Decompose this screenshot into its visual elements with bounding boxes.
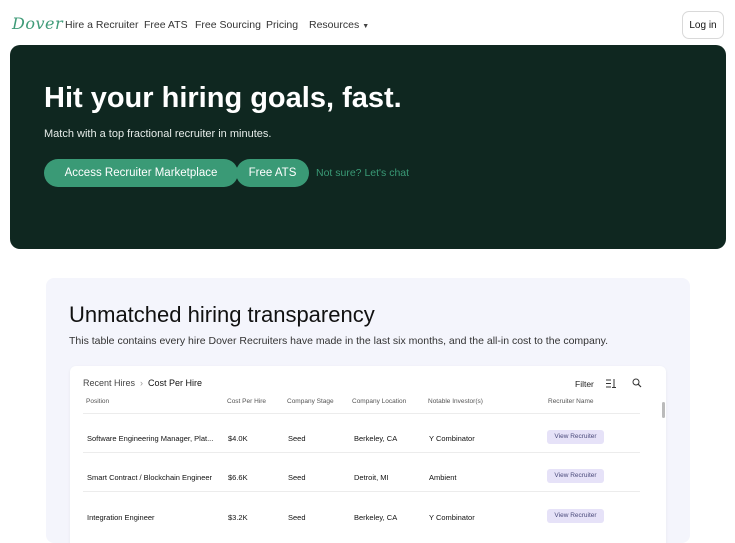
breadcrumb: Recent Hires › Cost Per Hire <box>83 378 202 388</box>
cell-stage: Seed <box>288 513 306 522</box>
table-scrollbar[interactable] <box>662 402 665 418</box>
dover-logo[interactable]: Dover <box>12 14 63 33</box>
cell-location: Berkeley, CA <box>354 513 398 522</box>
column-header-cost[interactable]: Cost Per Hire <box>227 398 266 405</box>
row-divider <box>83 491 640 492</box>
hero-title: Hit your hiring goals, fast. <box>44 82 402 114</box>
cell-investor: Y Combinator <box>429 434 475 443</box>
column-header-investors[interactable]: Notable Investor(s) <box>428 398 483 405</box>
free-ats-button[interactable]: Free ATS <box>236 159 309 187</box>
view-recruiter-button[interactable]: View Recruiter <box>547 469 604 483</box>
cell-investor: Ambient <box>429 473 457 482</box>
breadcrumb-cost-per-hire: Cost Per Hire <box>148 378 203 388</box>
nav-link-resources-label: Resources <box>309 19 360 31</box>
cell-position: Integration Engineer <box>87 513 155 522</box>
top-nav: Dover Hire a Recruiter Free ATS Free Sou… <box>0 0 735 50</box>
column-header-location[interactable]: Company Location <box>352 398 406 405</box>
cell-cost: $3.2K <box>228 513 248 522</box>
columns-icon[interactable] <box>606 379 616 388</box>
access-marketplace-button[interactable]: Access Recruiter Marketplace <box>44 159 238 187</box>
column-header-stage[interactable]: Company Stage <box>287 398 334 405</box>
hero-banner: Hit your hiring goals, fast. Match with … <box>10 45 726 249</box>
section-subtitle: This table contains every hire Dover Rec… <box>69 335 609 347</box>
view-recruiter-button[interactable]: View Recruiter <box>547 509 604 523</box>
hero-subtitle: Match with a top fractional recruiter in… <box>44 128 272 140</box>
cell-investor: Y Combinator <box>429 513 475 522</box>
filter-button[interactable]: Filter <box>575 379 594 389</box>
column-header-recruiter[interactable]: Recruiter Name <box>548 398 594 405</box>
hires-table: Recent Hires › Cost Per Hire Filter Positi… <box>70 366 666 543</box>
view-recruiter-button[interactable]: View Recruiter <box>547 430 604 444</box>
cell-cost: $6.6K <box>228 473 248 482</box>
nav-link-hire-recruiter[interactable]: Hire a Recruiter <box>65 19 139 31</box>
caret-down-icon: ▼ <box>362 23 370 30</box>
breadcrumb-recent-hires[interactable]: Recent Hires <box>83 378 135 388</box>
cell-position: Software Engineering Manager, Plat... <box>87 434 214 443</box>
cell-stage: Seed <box>288 473 306 482</box>
header-divider <box>83 413 640 414</box>
search-icon[interactable] <box>632 378 642 388</box>
lets-chat-link[interactable]: Not sure? Let's chat <box>316 167 409 179</box>
breadcrumb-chevron-icon: › <box>140 378 144 388</box>
cell-position: Smart Contract / Blockchain Engineer <box>87 473 213 482</box>
cell-location: Detroit, MI <box>354 473 389 482</box>
nav-link-free-ats[interactable]: Free ATS <box>144 19 188 31</box>
section-title: Unmatched hiring transparency <box>69 302 375 327</box>
login-button[interactable]: Log in <box>682 11 724 39</box>
row-divider <box>83 452 640 453</box>
nav-link-free-sourcing[interactable]: Free Sourcing <box>195 19 261 31</box>
nav-link-pricing[interactable]: Pricing <box>266 19 298 31</box>
nav-link-resources[interactable]: Resources ▼ <box>309 19 369 31</box>
cell-stage: Seed <box>288 434 306 443</box>
transparency-section: Unmatched hiring transparency This table… <box>46 278 690 543</box>
cell-location: Berkeley, CA <box>354 434 398 443</box>
cell-cost: $4.0K <box>228 434 248 443</box>
column-header-position[interactable]: Position <box>86 398 109 405</box>
